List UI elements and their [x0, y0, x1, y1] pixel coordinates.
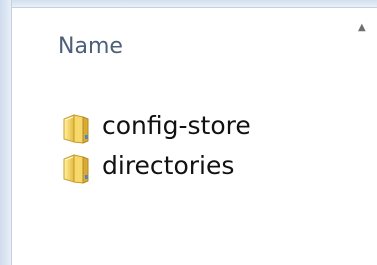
sort-indicator-icon: ▲	[358, 22, 366, 33]
folder-icon	[58, 109, 98, 145]
column-header-name-label: Name	[58, 33, 123, 59]
window-left-border	[0, 0, 12, 265]
folder-icon	[58, 149, 98, 185]
list-item[interactable]: config-store	[58, 107, 358, 147]
list-item-label: config-store	[102, 111, 251, 140]
file-list: config-store directories	[58, 107, 358, 187]
list-item[interactable]: directories	[58, 147, 358, 187]
list-item-label: directories	[102, 151, 235, 180]
window-top-border	[0, 0, 377, 8]
explorer-window: Name ▲ config-store directories	[0, 0, 377, 265]
column-header-name[interactable]: Name	[58, 30, 123, 62]
